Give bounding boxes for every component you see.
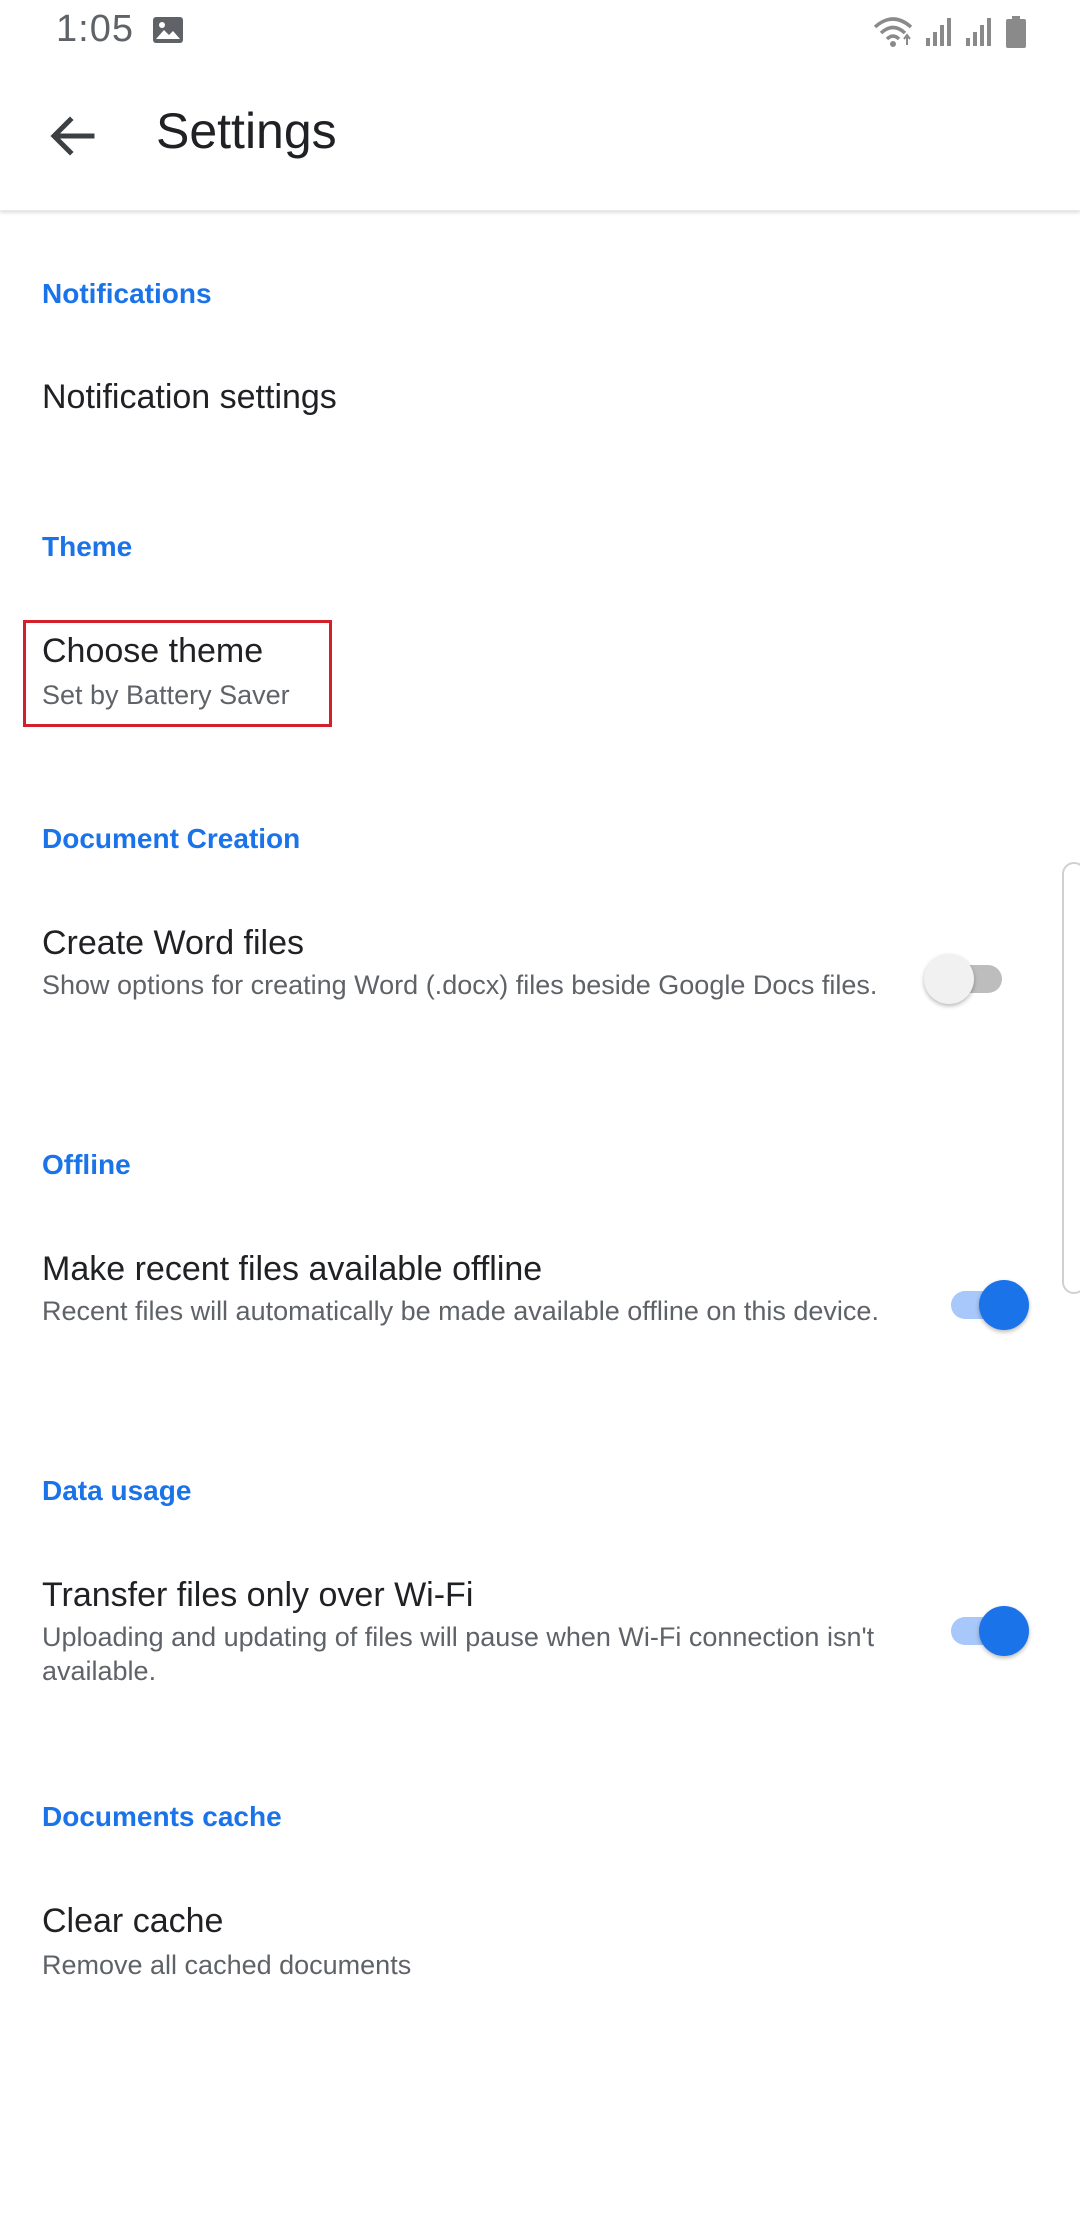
choose-theme-subtitle: Set by Battery Saver (42, 680, 290, 710)
signal-icon (964, 16, 994, 48)
status-bar: 1:05 (0, 0, 1080, 66)
offline-files-subtitle: Recent files will automatically be made … (42, 1296, 879, 1326)
offline-files-item[interactable]: Make recent files available offline Rece… (0, 1232, 1080, 1382)
clear-cache-item[interactable]: Clear cache Remove all cached documents (0, 1884, 1080, 2000)
section-header-theme: Theme (42, 531, 133, 562)
wifi-only-toggle[interactable] (945, 1602, 1029, 1658)
toggle-thumb (979, 1606, 1029, 1656)
offline-files-toggle[interactable] (945, 1276, 1029, 1332)
wifi-icon (872, 15, 914, 49)
section-header-document-creation: Document Creation (42, 823, 301, 854)
section-header-notifications: Notifications (42, 278, 212, 309)
create-word-files-toggle[interactable] (924, 950, 1008, 1006)
wifi-only-item[interactable]: Transfer files only over Wi-Fi Uploading… (0, 1558, 1080, 1708)
app-bar: Settings (0, 66, 1080, 211)
toggle-thumb (979, 1280, 1029, 1330)
choose-theme-item[interactable]: Choose theme Set by Battery Saver (0, 616, 1080, 732)
section-header-data-usage: Data usage (42, 1475, 192, 1506)
signal-icon (924, 16, 954, 48)
clear-cache-title: Clear cache (42, 1902, 224, 1940)
create-word-files-item[interactable]: Create Word files Show options for creat… (0, 906, 1080, 1056)
battery-icon (1004, 15, 1028, 49)
back-button[interactable] (40, 106, 104, 170)
offline-files-title: Make recent files available offline (42, 1250, 543, 1288)
status-icons (872, 12, 1028, 52)
page-title: Settings (156, 103, 337, 159)
notification-settings-title: Notification settings (42, 378, 337, 416)
notification-settings-item[interactable]: Notification settings (0, 360, 1080, 440)
clear-cache-subtitle: Remove all cached documents (42, 1950, 412, 1980)
create-word-files-subtitle: Show options for creating Word (.docx) f… (42, 970, 878, 1000)
wifi-only-title: Transfer files only over Wi-Fi (42, 1576, 474, 1614)
choose-theme-title: Choose theme (42, 632, 264, 670)
section-header-offline: Offline (42, 1149, 131, 1180)
wifi-only-subtitle: Uploading and updating of files will pau… (42, 1622, 875, 1686)
status-time: 1:05 (56, 8, 134, 50)
arrow-back-icon (48, 112, 96, 165)
create-word-files-title: Create Word files (42, 924, 305, 962)
section-header-documents-cache: Documents cache (42, 1801, 282, 1832)
edge-panel-handle[interactable] (1062, 862, 1080, 1294)
toggle-thumb (924, 954, 974, 1004)
gallery-icon (152, 16, 184, 44)
